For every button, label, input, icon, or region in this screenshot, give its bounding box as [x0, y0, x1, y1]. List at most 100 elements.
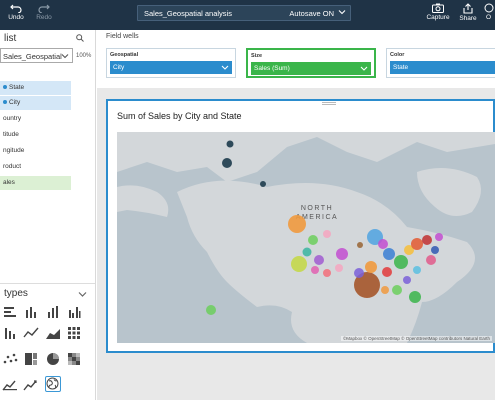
greenland-land — [417, 168, 481, 216]
field-label: State — [9, 84, 25, 91]
line-chart-icon[interactable] — [23, 325, 39, 341]
city-bubble[interactable] — [392, 285, 402, 295]
city-bubble[interactable] — [260, 181, 266, 187]
top-toolbar: Undo Redo Sales_Geospatial analysis Auto… — [0, 0, 495, 30]
stacked-bar-chart-icon[interactable] — [45, 304, 61, 320]
well-value-pill[interactable]: Sales (Sum) — [251, 62, 371, 75]
field-longitude[interactable]: ngitude — [0, 144, 71, 158]
kpi-chart-icon[interactable] — [2, 376, 18, 392]
fields-list-heading: list — [4, 33, 17, 44]
city-bubble[interactable] — [413, 266, 421, 274]
well-value: State — [393, 64, 409, 71]
gauge-chart-icon[interactable] — [23, 376, 39, 392]
city-bubble[interactable] — [403, 276, 411, 284]
redo-icon — [38, 4, 50, 13]
geospatial-map-icon[interactable] — [45, 376, 61, 392]
city-bubble[interactable] — [302, 247, 312, 257]
field-label: ountry — [3, 115, 22, 122]
city-bubble[interactable] — [435, 233, 443, 241]
overflow-label: O — [485, 14, 492, 21]
city-bubble[interactable] — [394, 255, 408, 269]
camera-icon — [432, 3, 444, 13]
undo-button[interactable]: Undo — [3, 3, 29, 27]
city-bubble[interactable] — [426, 255, 436, 265]
city-bubble[interactable] — [409, 291, 421, 303]
well-title: Size — [251, 53, 263, 59]
field-dot-icon — [3, 100, 7, 105]
field-label: ales — [3, 179, 15, 186]
color-well[interactable]: Color State — [386, 48, 495, 78]
zoom-level: 100% — [76, 53, 92, 59]
field-sales[interactable]: ales — [0, 176, 71, 190]
horizontal-bar-chart-icon[interactable] — [2, 304, 18, 320]
capture-button[interactable]: Capture — [425, 3, 451, 27]
city-bubble[interactable] — [308, 235, 318, 245]
city-bubble[interactable] — [422, 235, 432, 245]
dataset-name: Sales_Geospatial — [3, 52, 62, 61]
city-bubble[interactable] — [382, 267, 392, 277]
city-bubble[interactable] — [357, 242, 363, 248]
undo-icon — [10, 4, 22, 13]
dataset-select[interactable]: Sales_Geospatial — [0, 48, 73, 63]
city-bubble[interactable] — [335, 264, 343, 272]
city-bubble[interactable] — [381, 286, 389, 294]
city-bubble[interactable] — [314, 255, 324, 265]
city-bubble[interactable] — [411, 238, 423, 250]
analysis-title[interactable]: Sales_Geospatial analysis — [144, 9, 232, 18]
share-label: Share — [459, 15, 477, 22]
panel-divider — [0, 283, 95, 284]
share-icon — [463, 3, 473, 14]
vertical-bar-chart-icon[interactable] — [23, 304, 39, 320]
heat-map-icon[interactable] — [66, 351, 82, 367]
city-bubble[interactable] — [311, 266, 319, 274]
chevron-down-icon[interactable] — [338, 8, 346, 16]
alaska-land — [117, 185, 169, 217]
field-state[interactable]: State — [0, 81, 71, 95]
drag-handle[interactable] — [322, 102, 336, 105]
area-chart-icon[interactable] — [45, 325, 61, 341]
autosave-status[interactable]: Autosave ON — [289, 9, 334, 18]
field-product[interactable]: roduct — [0, 160, 71, 174]
city-bubble[interactable] — [222, 158, 232, 168]
field-city[interactable]: City — [0, 96, 71, 110]
chevron-down-icon[interactable] — [78, 290, 87, 298]
field-label: ngitude — [3, 147, 25, 154]
pivot-table-icon[interactable] — [66, 325, 82, 341]
city-bubble[interactable] — [336, 248, 348, 260]
analysis-title-box[interactable]: Sales_Geospatial analysis Autosave ON — [137, 5, 351, 21]
pie-chart-icon[interactable] — [45, 351, 61, 367]
city-bubble[interactable] — [365, 261, 377, 273]
north-america-map[interactable]: NORTH AMERICA — [117, 132, 495, 343]
search-icon[interactable] — [76, 34, 84, 42]
well-value-pill[interactable]: City — [110, 61, 232, 74]
scatter-plot-icon[interactable] — [2, 351, 18, 367]
undo-label: Undo — [8, 14, 24, 21]
field-label: roduct — [3, 163, 22, 170]
city-bubble[interactable] — [291, 256, 307, 272]
city-bubble[interactable] — [383, 248, 395, 260]
field-country[interactable]: ountry — [0, 112, 71, 126]
city-bubble[interactable] — [354, 268, 364, 278]
overflow-button[interactable]: O — [482, 3, 495, 27]
city-bubble[interactable] — [378, 239, 388, 249]
clustered-bar-chart-icon[interactable] — [66, 304, 82, 320]
tree-map-icon[interactable] — [23, 351, 39, 367]
city-bubble[interactable] — [323, 230, 331, 238]
share-button[interactable]: Share — [455, 3, 481, 27]
city-bubble[interactable] — [323, 269, 331, 277]
well-value-pill[interactable]: State — [390, 61, 495, 74]
redo-label: Redo — [36, 14, 52, 21]
city-bubble[interactable] — [288, 215, 306, 233]
field-latitude[interactable]: titude — [0, 128, 71, 142]
city-bubble[interactable] — [226, 140, 234, 148]
field-dot-icon — [3, 85, 7, 90]
geospatial-visual[interactable]: Sum of Sales by City and State NORTH AME… — [106, 99, 495, 353]
bar-combo-chart-icon[interactable] — [2, 325, 18, 341]
geospatial-well[interactable]: Geospatial City — [106, 48, 236, 78]
redo-button[interactable]: Redo — [31, 3, 57, 27]
size-well[interactable]: Size Sales (Sum) — [246, 48, 376, 78]
map-area[interactable]: NORTH AMERICA ©Mapbox © OpenStreetMap © … — [117, 132, 495, 343]
field-label: City — [9, 99, 21, 106]
city-bubble[interactable] — [206, 305, 216, 315]
city-bubble[interactable] — [431, 246, 439, 254]
